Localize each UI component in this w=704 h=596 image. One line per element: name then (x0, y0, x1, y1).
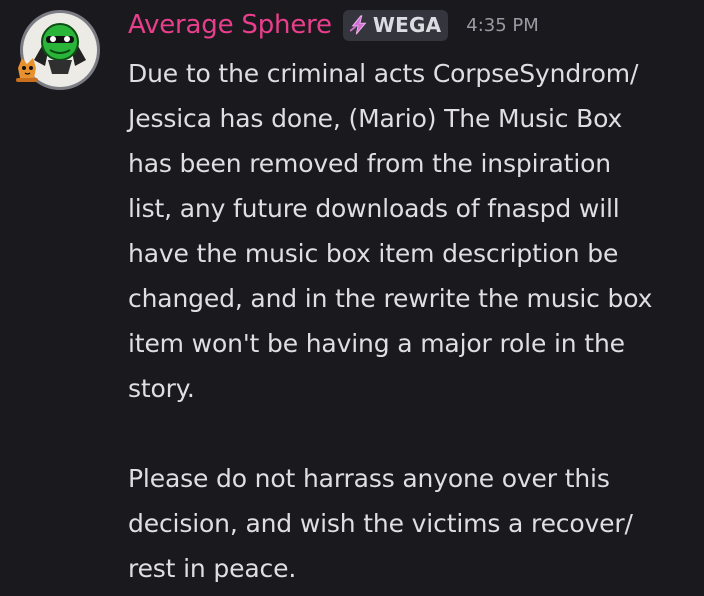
message-paragraph: Please do not harrass anyone over this d… (128, 456, 696, 591)
message-line: have the music box item description be (128, 239, 619, 268)
message-line: list, any future downloads of fnaspd wil… (128, 194, 620, 223)
message-line: rest in peace. (128, 554, 297, 583)
message-line: Please do not harrass anyone over this (128, 464, 610, 493)
message-line: decision, and wish the victims a recover… (128, 509, 633, 538)
message-paragraph: Due to the criminal acts CorpseSyndrom/ … (128, 51, 696, 411)
lightning-icon (349, 15, 367, 35)
avatar-image (16, 10, 100, 90)
chat-message: Average Sphere WEGA 4:35 PM Due to the c… (0, 0, 704, 596)
username[interactable]: Average Sphere (128, 10, 332, 40)
server-tag-label: WEGA (372, 13, 442, 37)
message-content: Due to the criminal acts CorpseSyndrom/ … (128, 51, 696, 591)
message-line: item won't be having a major role in the (128, 329, 625, 358)
message-line: changed, and in the rewrite the music bo… (128, 284, 653, 313)
avatar[interactable] (12, 2, 108, 98)
message-line: Jessica has done, (Mario) The Music Box (128, 104, 623, 133)
server-tag[interactable]: WEGA (342, 9, 449, 41)
message-line: has been removed from the inspiration (128, 149, 611, 178)
message-header: Average Sphere WEGA 4:35 PM (128, 8, 539, 42)
message-line: Due to the criminal acts CorpseSyndrom/ (128, 59, 639, 88)
timestamp[interactable]: 4:35 PM (466, 15, 539, 36)
message-line: story. (128, 374, 195, 403)
